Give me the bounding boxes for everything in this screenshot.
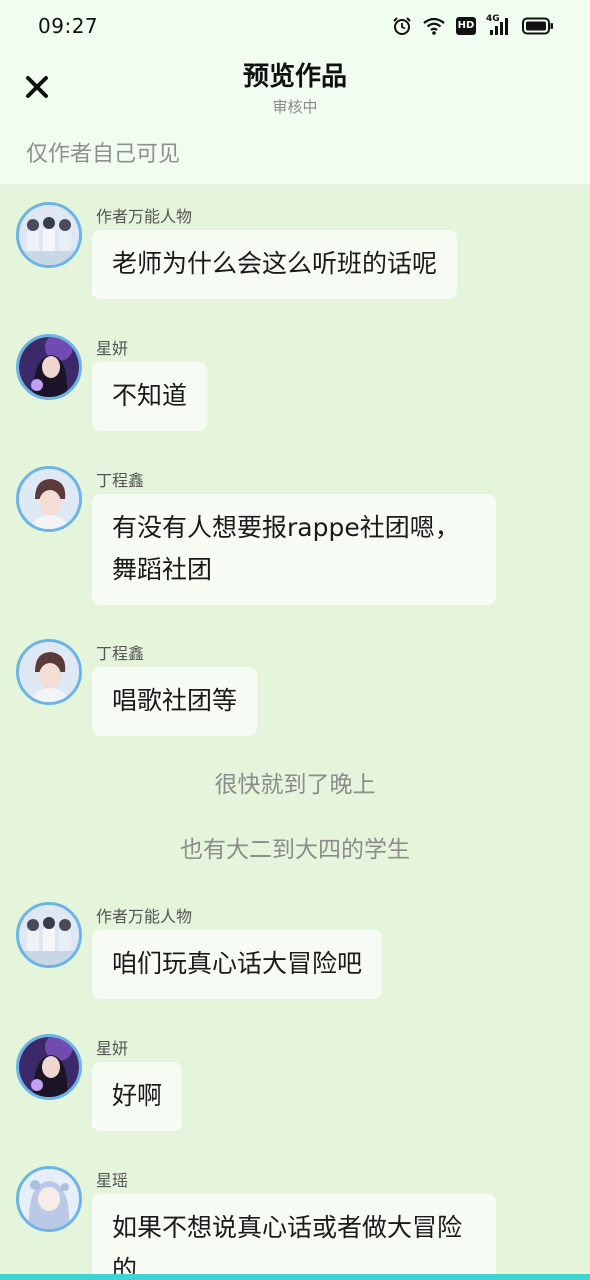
- narration-text: 很快就到了晚上: [214, 772, 376, 798]
- group-photo-avatar[interactable]: [16, 902, 82, 968]
- signal-4g-icon: 4G: [486, 14, 512, 36]
- message-bubble[interactable]: 如果不想说真心话或者做大冒险的: [92, 1194, 496, 1280]
- visibility-note: 仅作者自己可见: [26, 142, 181, 167]
- battery-icon: [522, 17, 554, 35]
- message-bubble[interactable]: 咱们玩真心话大冒险吧: [92, 930, 383, 999]
- status-bar: 09:27 HD 4G: [0, 0, 590, 52]
- group-photo-avatar[interactable]: [16, 202, 82, 268]
- boy-portrait-avatar[interactable]: [16, 466, 82, 532]
- sender-name: 丁程鑫: [96, 644, 145, 663]
- sender-name: 星妍: [96, 339, 129, 358]
- sender-name: 星妍: [96, 1039, 129, 1058]
- boy-portrait-avatar[interactable]: [16, 639, 82, 705]
- message-bubble[interactable]: 唱歌社团等: [92, 667, 258, 736]
- bottom-indicator-bar: [0, 1274, 590, 1280]
- message-bubble[interactable]: 老师为什么会这么听班的话呢: [92, 230, 458, 299]
- girl-purple-avatar[interactable]: [16, 334, 82, 400]
- chat-area[interactable]: 作者万能人物 老师为什么会这么听班的话呢 星妍 不知道 丁程鑫 有没有人想要报r…: [0, 184, 590, 1280]
- hd-icon: HD: [456, 17, 476, 35]
- title-block: 预览作品 审核中: [0, 60, 590, 118]
- sender-name: 星瑶: [96, 1171, 129, 1190]
- narration-text: 也有大二到大四的学生: [180, 837, 410, 863]
- status-time: 09:27: [38, 14, 99, 38]
- anime-girl-avatar[interactable]: [16, 1166, 82, 1232]
- message-bubble[interactable]: 不知道: [92, 362, 208, 431]
- message-bubble[interactable]: 好啊: [92, 1062, 183, 1131]
- girl-purple-avatar[interactable]: [16, 1034, 82, 1100]
- page-title: 预览作品: [242, 62, 347, 92]
- top-section: 09:27 HD 4G 预览作品 审核中 仅作者自己可见: [0, 0, 590, 184]
- message-bubble[interactable]: 有没有人想要报rappe社团嗯，舞蹈社团: [92, 494, 496, 605]
- review-status: 审核中: [272, 98, 318, 116]
- status-icons: HD 4G: [392, 14, 554, 36]
- sender-name: 作者万能人物: [96, 907, 193, 926]
- header: 预览作品 审核中: [0, 52, 590, 132]
- alarm-icon: [392, 16, 412, 36]
- sender-name: 丁程鑫: [96, 471, 145, 490]
- sender-name: 作者万能人物: [96, 207, 193, 226]
- wifi-icon: [422, 16, 446, 36]
